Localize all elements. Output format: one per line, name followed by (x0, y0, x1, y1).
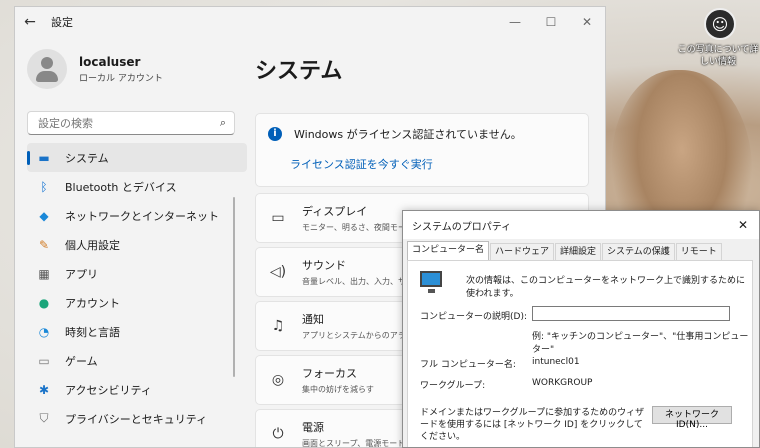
power-icon: ⏻ (272, 426, 284, 442)
sidebar-item[interactable]: ▭ ゲーム (27, 346, 247, 375)
speaker-icon: ◁) (269, 264, 287, 280)
panel-description: 次の情報は、このコンピューターをネットワーク上で識別するために使われます。 (466, 276, 746, 299)
workgroup-value: WORKGROUP (532, 378, 593, 388)
sidebar-item-label: ゲーム (65, 354, 98, 368)
sidebar-nav: ▬ システム ᛒ Bluetooth とデバイス ◆ ネットワークとインターネット ✎ 個人用… (15, 143, 247, 433)
sidebar-item[interactable]: ✎ 個人用設定 (27, 230, 247, 259)
dialog-tabs: コンピューター名 ハードウェア 詳細設定 システムの保護 リモート (403, 239, 759, 261)
sidebar: localuser ローカル アカウント ⌕ ▬ システム ᛒ Bluetooth と… (15, 37, 247, 447)
shield-icon: ⛉ (39, 411, 49, 425)
full-name-value: intunecl01 (532, 357, 580, 367)
computer-icon (420, 271, 442, 293)
bluetooth-icon: ᛒ (40, 179, 48, 194)
sidebar-item-label: Bluetooth とデバイス (65, 180, 177, 194)
bell-icon: ♫ (271, 318, 285, 334)
card-subtitle: 画面とスリープ、電源モード (302, 439, 406, 448)
gamepad-icon: ▭ (38, 353, 50, 368)
info-icon: i (268, 127, 282, 141)
search-icon[interactable]: ⌕ (220, 116, 226, 130)
focus-icon: ◎ (271, 372, 285, 388)
dialog-tab[interactable]: リモート (675, 243, 722, 260)
dialog-tab[interactable]: ハードウェア (490, 243, 555, 260)
dialog-title: システムのプロパティ (412, 221, 512, 233)
clock-globe-icon: ◔ (38, 324, 50, 339)
user-profile[interactable]: localuser ローカル アカウント (15, 37, 247, 101)
computer-description-input[interactable] (532, 306, 730, 321)
wizard-text: ドメインまたはワークグループに参加するためのウィザードを使用するには [ネットワ… (420, 408, 645, 442)
display-icon: ▭ (271, 210, 285, 226)
close-icon[interactable]: ✕ (569, 15, 605, 29)
description-example: 例: "キッチンのコンピューター"、"仕事用コンピューター" (532, 332, 749, 355)
card-subtitle: 集中の妨げを減らす (302, 385, 374, 394)
apps-icon: ▦ (38, 266, 50, 281)
account-type: ローカル アカウント (79, 73, 163, 84)
sidebar-item[interactable]: ◔ 時刻と言語 (27, 317, 247, 346)
sidebar-scrollbar[interactable] (233, 197, 235, 377)
sidebar-item[interactable]: ▬ システム (27, 143, 247, 172)
full-name-label: フル コンピューター名: (420, 360, 516, 370)
accessibility-icon: ✱ (38, 382, 50, 397)
description-label: コンピューターの説明(D): (420, 312, 527, 322)
search-box[interactable]: ⌕ (27, 111, 235, 135)
sidebar-item-label: アプリ (65, 267, 98, 281)
sidebar-item-label: アカウント (65, 296, 120, 310)
activate-now-link[interactable]: ライセンス認証を今すぐ実行 (290, 156, 576, 172)
brush-icon: ✎ (38, 237, 50, 252)
computer-name-panel: 次の情報は、このコンピューターをネットワーク上で識別するために使われます。 コン… (407, 260, 753, 447)
photo-info-caption[interactable]: この写真について詳しい情報 (676, 44, 760, 68)
card-title: 電源 (302, 421, 324, 434)
page-title: システム (255, 59, 343, 84)
sidebar-item[interactable]: ▦ アプリ (27, 259, 247, 288)
dialog-titlebar: システムのプロパティ ✕ (403, 211, 759, 239)
sidebar-item-label: ネットワークとインターネット (65, 209, 219, 223)
avatar (27, 49, 67, 89)
minimize-icon[interactable]: — (497, 15, 533, 29)
sidebar-item-label: 個人用設定 (65, 238, 120, 252)
search-input[interactable] (36, 115, 220, 131)
workgroup-label: ワークグループ: (420, 381, 486, 391)
sidebar-item[interactable]: ᛒ Bluetooth とデバイス (27, 172, 247, 201)
monitor-icon: ▬ (38, 150, 50, 165)
sidebar-item[interactable]: ✱ アクセシビリティ (27, 375, 247, 404)
dialog-tab[interactable]: システムの保護 (602, 243, 675, 260)
network-id-button[interactable]: ネットワーク ID(N)... (652, 406, 732, 430)
wifi-icon: ◆ (39, 208, 49, 223)
system-properties-dialog: システムのプロパティ ✕ コンピューター名 ハードウェア 詳細設定 システムの保護 リモ… (402, 210, 760, 448)
sidebar-item[interactable]: ⛉ プライバシーとセキュリティ (27, 404, 247, 433)
sidebar-item[interactable]: ◆ ネットワークとインターネット (27, 201, 247, 230)
back-arrow-icon[interactable]: ← (15, 14, 45, 30)
dialog-close-icon[interactable]: ✕ (727, 218, 759, 232)
cutoff-text (255, 91, 605, 101)
maximize-icon[interactable]: ☐ (533, 15, 569, 29)
sidebar-item-label: システム (65, 151, 109, 165)
photo-info-icon[interactable]: ☺ (704, 8, 736, 40)
card-title: フォーカス (302, 367, 357, 380)
sidebar-item-label: プライバシーとセキュリティ (65, 412, 208, 426)
activation-notice: i Windows がライセンス認証されていません。 ライセンス認証を今すぐ実行 (255, 113, 589, 187)
person-icon: ● (38, 295, 50, 310)
dialog-tab[interactable]: 詳細設定 (555, 243, 602, 260)
dialog-tab[interactable]: コンピューター名 (407, 241, 490, 261)
sidebar-item[interactable]: ● アカウント (27, 288, 247, 317)
user-name: localuser (79, 54, 141, 69)
sidebar-item-label: アクセシビリティ (65, 383, 152, 397)
sidebar-item-label: 時刻と言語 (65, 325, 120, 339)
app-title: 設定 (51, 16, 73, 29)
settings-titlebar: ← 設定 — ☐ ✕ (15, 7, 605, 37)
activation-message: Windows がライセンス認証されていません。 (294, 128, 522, 141)
